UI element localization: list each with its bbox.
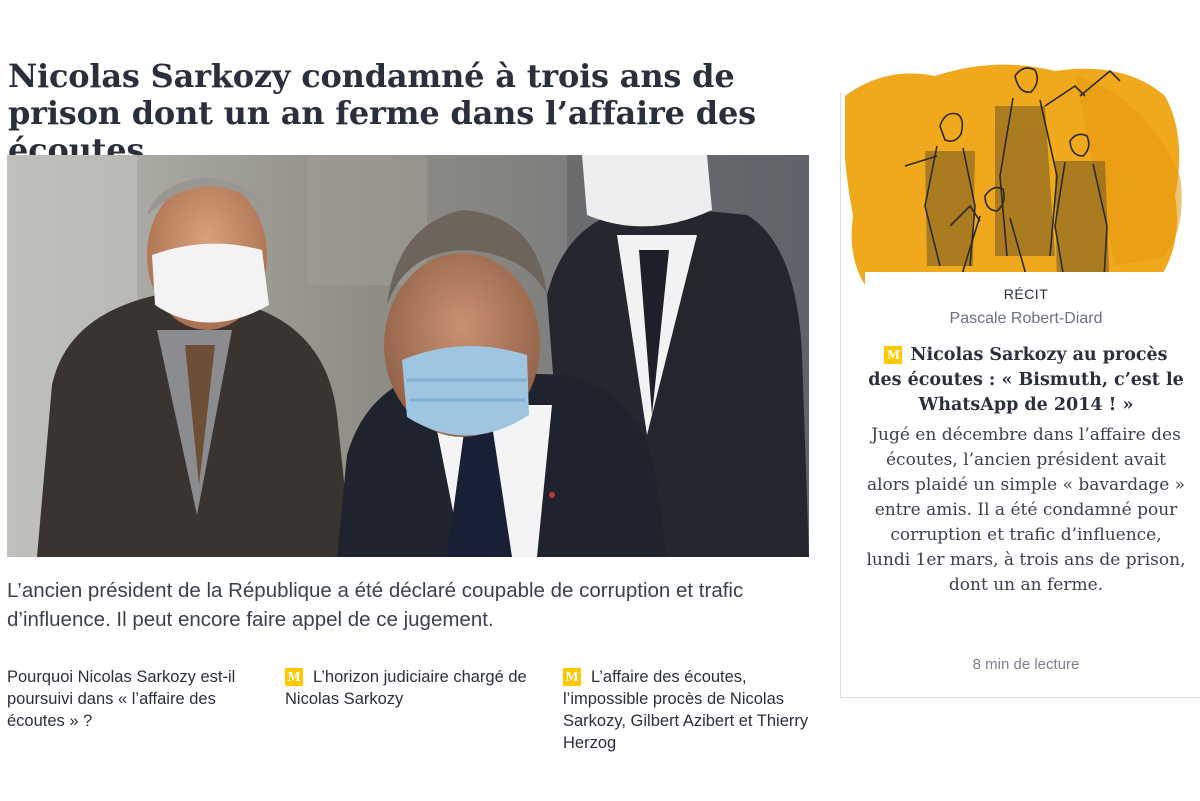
le-monde-subscriber-icon: M	[563, 668, 581, 686]
card-title[interactable]: M Nicolas Sarkozy au procès des écoutes :…	[866, 343, 1186, 418]
card-illustration[interactable]	[845, 56, 1187, 306]
card-title-text: Nicolas Sarkozy au procès des écoutes : …	[868, 345, 1184, 415]
related-link-label: Pourquoi Nicolas Sarkozy est-il poursuiv…	[7, 668, 236, 730]
card-kicker: RÉCIT	[1003, 286, 1049, 302]
card-author[interactable]: Pascale Robert-Diard	[866, 310, 1186, 328]
related-link-label: L’horizon judiciaire chargé de Nicolas S…	[285, 668, 527, 708]
article-headline[interactable]: Nicolas Sarkozy condamné à trois ans de …	[8, 58, 808, 169]
related-link-label: L’affaire des écoutes, l’impossible proc…	[563, 668, 809, 752]
related-link-horizon-judiciaire[interactable]: M L’horizon judiciaire chargé de Nicolas …	[285, 666, 540, 710]
hero-photo[interactable]	[7, 155, 809, 557]
card-description: Jugé en décembre dans l’affaire des écou…	[866, 425, 1186, 595]
le-monde-subscriber-icon: M	[285, 668, 303, 686]
le-monde-subscriber-icon: M	[884, 346, 903, 364]
related-link-poursuites[interactable]: Pourquoi Nicolas Sarkozy est-il poursuiv…	[7, 666, 252, 732]
article-standfirst: L’ancien président de la République a ét…	[7, 579, 744, 631]
related-link-affaire-ecoutes[interactable]: M L’affaire des écoutes, l’impossible pro…	[563, 666, 813, 754]
card-read-time: 8 min de lecture	[972, 656, 1080, 673]
